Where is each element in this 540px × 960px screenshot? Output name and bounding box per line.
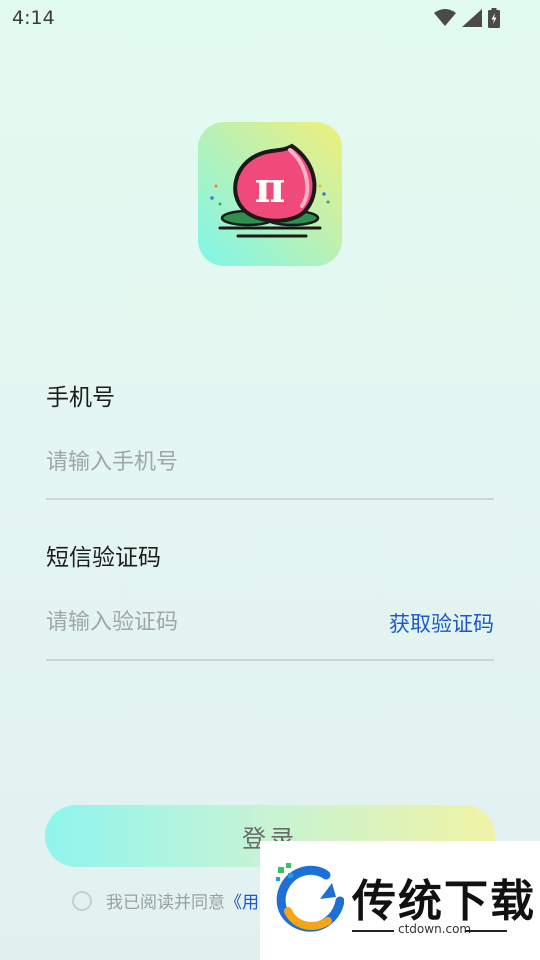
watermark-line-right	[465, 930, 507, 932]
user-agreement-link[interactable]: 《用	[225, 888, 259, 913]
wifi-icon	[434, 9, 456, 26]
status-time: 4:14	[12, 7, 55, 29]
watermark: 传统下载 ctdown.com	[260, 841, 540, 960]
watermark-line-left	[352, 930, 394, 932]
battery-icon	[488, 8, 500, 28]
watermark-logo-icon	[276, 863, 344, 932]
agreement-row: 我已阅读并同意 《用	[72, 888, 259, 913]
phone-input[interactable]	[46, 442, 494, 482]
agreement-text: 我已阅读并同意	[106, 893, 225, 913]
watermark-url: ctdown.com	[398, 922, 472, 936]
get-code-button[interactable]: 获取验证码	[389, 608, 494, 638]
pi-peach-logo-icon: π	[210, 143, 330, 238]
app-logo: π	[198, 122, 342, 266]
phone-label: 手机号	[46, 385, 115, 411]
status-icons	[434, 8, 500, 28]
signal-icon	[462, 9, 482, 27]
status-bar: 4:14	[0, 0, 540, 38]
agreement-checkbox[interactable]	[72, 890, 92, 911]
code-divider	[46, 659, 494, 661]
sms-code-label: 短信验证码	[46, 545, 161, 571]
watermark-title: 传统下载	[352, 876, 536, 927]
sms-code-input[interactable]	[46, 602, 366, 642]
phone-divider	[46, 498, 494, 500]
pi-glyph: π	[255, 163, 286, 212]
